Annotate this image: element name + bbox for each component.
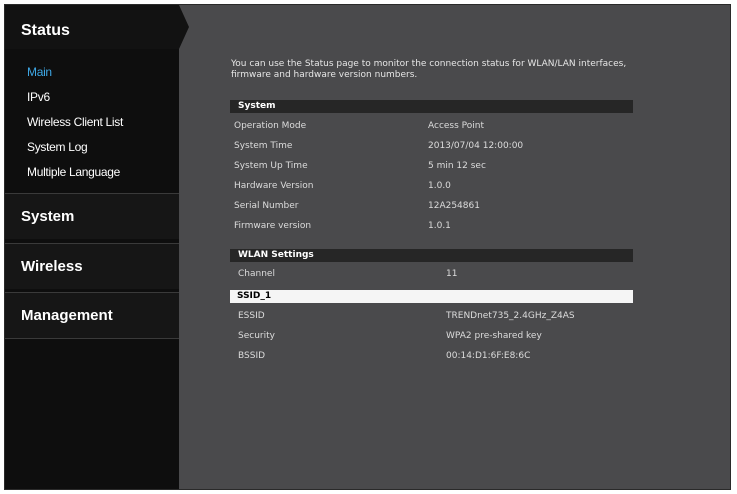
- sidebar-divider: [5, 338, 179, 339]
- sidebar-section-wireless[interactable]: Wireless: [5, 243, 179, 289]
- sidebar-section-system[interactable]: System: [5, 193, 179, 239]
- section-label: Management: [21, 307, 113, 324]
- row-label: Security: [238, 331, 275, 341]
- info-row: System Time 2013/07/04 12:00:00: [234, 138, 634, 154]
- row-label: Serial Number: [234, 201, 299, 211]
- status-section-header[interactable]: Status: [5, 5, 179, 49]
- submenu-item-ipv6[interactable]: IPv6: [5, 85, 179, 110]
- status-submenu: Main IPv6 Wireless Client List System Lo…: [5, 60, 179, 185]
- submenu-item-multiple-language[interactable]: Multiple Language: [5, 160, 179, 185]
- row-label: BSSID: [238, 351, 266, 361]
- row-value: 2013/07/04 12:00:00: [428, 141, 524, 151]
- row-label: System Up Time: [234, 161, 308, 171]
- system-group-header: System: [230, 100, 633, 113]
- info-row: Security WPA2 pre-shared key: [234, 328, 634, 344]
- row-label: Firmware version: [234, 221, 312, 231]
- row-value: TRENDnet735_2.4GHz_Z4AS: [446, 311, 575, 321]
- row-label: Hardware Version: [234, 181, 314, 191]
- sidebar-section-management[interactable]: Management: [5, 292, 179, 338]
- row-value: Access Point: [428, 121, 485, 131]
- submenu-item-wireless-client-list[interactable]: Wireless Client List: [5, 110, 179, 135]
- row-value: 00:14:D1:6F:E8:6C: [446, 351, 531, 361]
- submenu-item-system-log[interactable]: System Log: [5, 135, 179, 160]
- info-row: Firmware version 1.0.1: [234, 218, 634, 234]
- info-row: Serial Number 12A254861: [234, 198, 634, 214]
- sidebar-title: Status: [21, 22, 70, 39]
- info-row-channel: Channel 11: [234, 266, 634, 282]
- sidebar: Status Main IPv6 Wireless Client List Sy…: [5, 5, 189, 489]
- row-value: 5 min 12 sec: [428, 161, 486, 171]
- section-label: Wireless: [21, 258, 83, 275]
- row-label: Operation Mode: [234, 121, 307, 131]
- row-label: Channel: [238, 269, 275, 279]
- row-label: System Time: [234, 141, 293, 151]
- intro-text: You can use the Status page to monitor t…: [231, 59, 627, 80]
- row-value: 12A254861: [428, 201, 480, 211]
- info-row: BSSID 00:14:D1:6F:E8:6C: [234, 348, 634, 364]
- section-label: System: [21, 208, 75, 225]
- router-status-window: Status Main IPv6 Wireless Client List Sy…: [4, 4, 731, 490]
- row-label: ESSID: [238, 311, 265, 321]
- row-value: 1.0.0: [428, 181, 451, 191]
- row-value: 11: [446, 269, 458, 279]
- row-value: WPA2 pre-shared key: [446, 331, 542, 341]
- main-content: You can use the Status page to monitor t…: [179, 5, 730, 489]
- info-row: Operation Mode Access Point: [234, 118, 634, 134]
- submenu-item-main[interactable]: Main: [5, 60, 179, 85]
- info-row: System Up Time 5 min 12 sec: [234, 158, 634, 174]
- info-row: ESSID TRENDnet735_2.4GHz_Z4AS: [234, 308, 634, 324]
- row-value: 1.0.1: [428, 221, 451, 231]
- wlan-group-header: WLAN Settings: [230, 249, 633, 262]
- ssid-header: SSID_1: [230, 290, 633, 303]
- info-row: Hardware Version 1.0.0: [234, 178, 634, 194]
